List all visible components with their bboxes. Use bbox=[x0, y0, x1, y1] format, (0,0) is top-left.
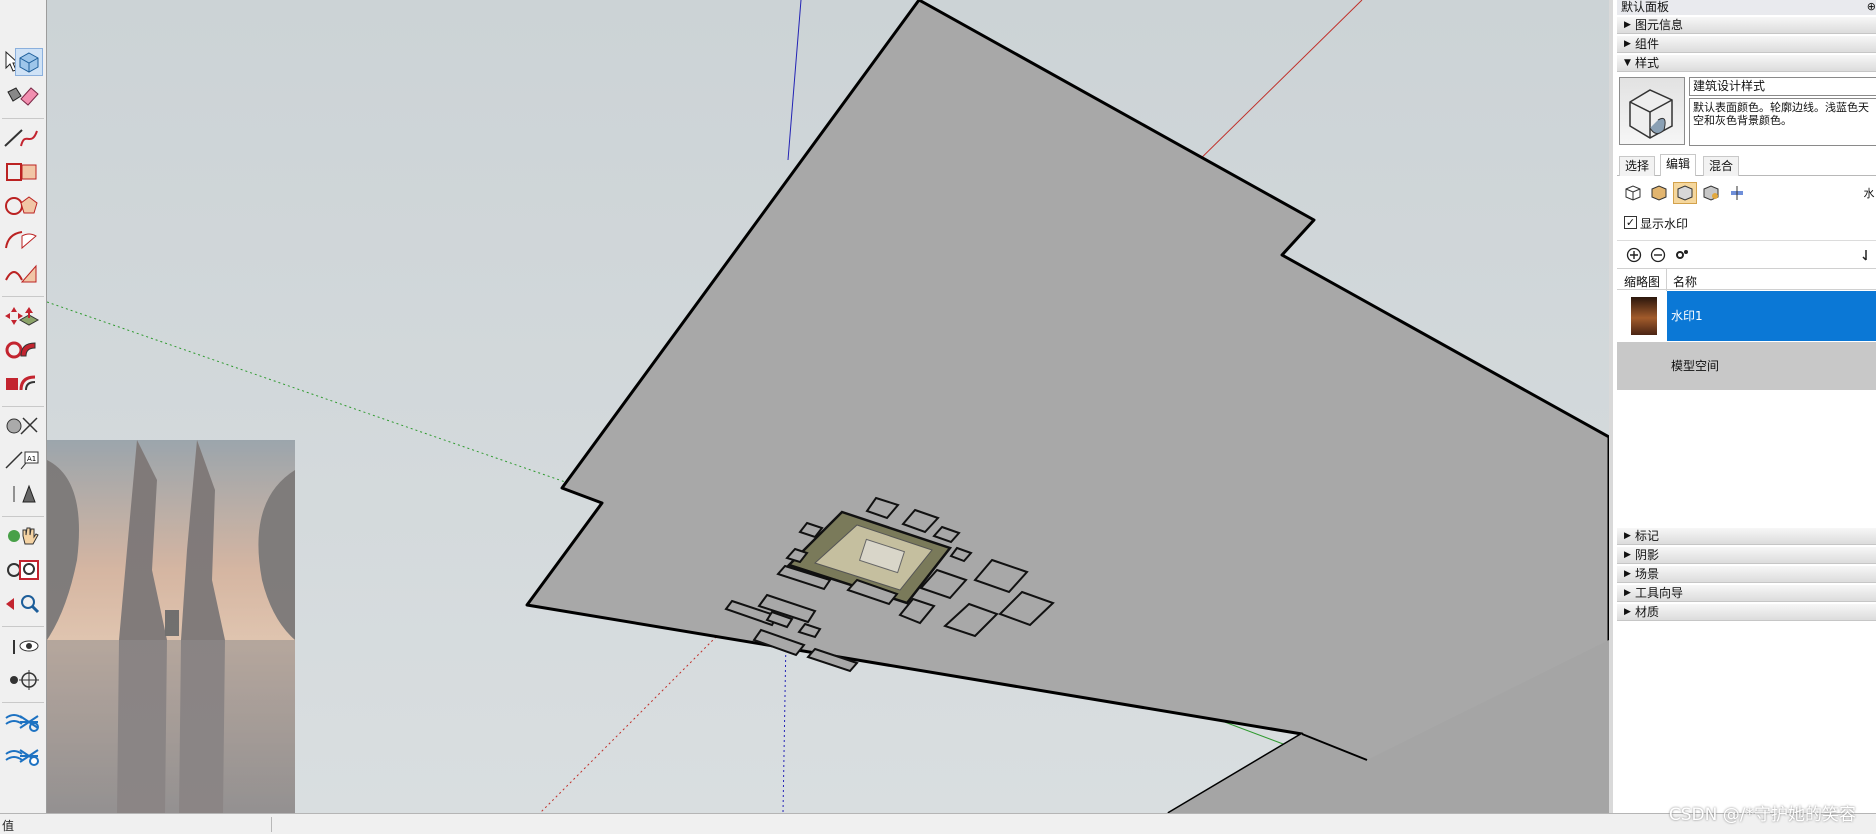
3d-text-icon[interactable] bbox=[15, 480, 43, 508]
modeling-settings-icon[interactable] bbox=[1725, 182, 1749, 204]
section-tags[interactable]: ▶ 标记 bbox=[1617, 528, 1876, 545]
collapsed-triangle-icon: ▶ bbox=[1624, 550, 1631, 560]
tab-edit[interactable]: 编辑 bbox=[1660, 154, 1697, 176]
svg-text:A1: A1 bbox=[27, 455, 36, 463]
collapsed-triangle-icon: ▶ bbox=[1624, 569, 1631, 579]
left-toolbar: A1 bbox=[0, 0, 47, 813]
zoom-extents-icon[interactable] bbox=[15, 590, 43, 618]
sandbox-from-scratch-icon[interactable] bbox=[15, 708, 43, 736]
face-settings-icon[interactable] bbox=[1647, 182, 1671, 204]
zoom-window-icon[interactable] bbox=[15, 556, 43, 584]
model-viewport[interactable] bbox=[47, 0, 1609, 813]
section-label: 图元信息 bbox=[1635, 18, 1684, 32]
style-summary: 建筑设计样式 默认表面颜色。轮廓边线。浅蓝色天空和灰色背景颜色。 bbox=[1617, 75, 1876, 149]
show-watermark-checkbox[interactable]: ✓ bbox=[1624, 216, 1637, 229]
push-pull-icon[interactable] bbox=[15, 302, 43, 330]
section-instructor[interactable]: ▶ 工具向导 bbox=[1617, 585, 1876, 602]
section-components[interactable]: ▶ 组件 bbox=[1617, 36, 1876, 53]
style-description-field[interactable]: 默认表面颜色。轮廓边线。浅蓝色天空和灰色背景颜色。 bbox=[1689, 98, 1876, 146]
watermark-list-header: 缩略图 名称 bbox=[1617, 268, 1876, 291]
add-watermark-icon[interactable] bbox=[1625, 246, 1643, 264]
three-point-arc-icon[interactable] bbox=[15, 260, 43, 288]
move-order-icon[interactable] bbox=[1857, 246, 1875, 264]
style-name-field[interactable]: 建筑设计样式 bbox=[1689, 77, 1876, 96]
section-scenes[interactable]: ▶ 场景 bbox=[1617, 566, 1876, 583]
collapsed-triangle-icon: ▶ bbox=[1624, 607, 1631, 617]
watermark-settings-icon[interactable] bbox=[1699, 182, 1723, 204]
blue-axis bbox=[787, 0, 802, 161]
watermark-actions bbox=[1617, 240, 1876, 266]
name-column-header[interactable]: 名称 bbox=[1673, 273, 1697, 290]
look-around-icon[interactable] bbox=[15, 632, 43, 660]
make-component-icon[interactable] bbox=[15, 48, 43, 76]
tray-title-text: 默认面板 bbox=[1621, 0, 1670, 14]
section-label: 材质 bbox=[1635, 605, 1660, 619]
section-shadows[interactable]: ▶ 阴影 bbox=[1617, 547, 1876, 564]
text-icon[interactable]: A1 bbox=[15, 446, 43, 474]
section-label: 场景 bbox=[1635, 567, 1660, 581]
remove-watermark-icon[interactable] bbox=[1649, 246, 1667, 264]
section-label: 阴影 bbox=[1635, 548, 1660, 562]
watermark-thumbnail bbox=[1631, 297, 1657, 335]
rotated-rectangle-icon[interactable] bbox=[15, 158, 43, 186]
tab-select[interactable]: 选择 bbox=[1619, 156, 1656, 176]
eraser-icon[interactable] bbox=[15, 82, 43, 110]
show-watermark-row: ✓ 显示水印 bbox=[1617, 212, 1876, 234]
sketchup-window: A1 默认面板 ⊕ ▶ 图元信息 ▶ 组件 ▼ 样式 建筑设计样式 默认表面颜色… bbox=[0, 0, 1876, 834]
status-text: 值 bbox=[2, 819, 15, 833]
watermark-image bbox=[47, 440, 295, 813]
edge-settings-icon[interactable] bbox=[1621, 182, 1645, 204]
edit-settings-icons: 水 bbox=[1617, 180, 1876, 208]
edit-watermark-settings-icon[interactable] bbox=[1673, 246, 1691, 264]
section-label: 样式 bbox=[1635, 56, 1660, 70]
collapsed-triangle-icon: ▶ bbox=[1624, 588, 1631, 598]
collapsed-triangle-icon: ▶ bbox=[1624, 39, 1631, 49]
section-label: 标记 bbox=[1635, 529, 1660, 543]
collapsed-triangle-icon: ▶ bbox=[1624, 531, 1631, 541]
pan-hand-icon[interactable] bbox=[15, 522, 43, 550]
section-label: 工具向导 bbox=[1635, 586, 1684, 600]
tray-title: 默认面板 ⊕ bbox=[1617, 0, 1876, 15]
collapsed-triangle-icon: ▶ bbox=[1624, 20, 1631, 30]
more-icon[interactable]: 水 bbox=[1857, 182, 1876, 204]
watermark-row-selected[interactable]: 水印1 bbox=[1617, 291, 1876, 341]
default-tray: 默认面板 ⊕ ▶ 图元信息 ▶ 组件 ▼ 样式 建筑设计样式 默认表面颜色。轮廓… bbox=[1609, 0, 1876, 813]
section-styles[interactable]: ▼ 样式 bbox=[1617, 55, 1876, 72]
pin-icon[interactable]: ⊕ bbox=[1867, 0, 1876, 14]
background-settings-icon[interactable] bbox=[1673, 182, 1697, 204]
offset-icon[interactable] bbox=[15, 370, 43, 398]
expanded-triangle-icon: ▼ bbox=[1624, 58, 1631, 68]
tab-mix[interactable]: 混合 bbox=[1703, 156, 1740, 176]
section-materials[interactable]: ▶ 材质 bbox=[1617, 604, 1876, 621]
status-bar: 值 bbox=[0, 813, 1876, 834]
watermark-name: 水印1 bbox=[1667, 291, 1876, 341]
terrain-plane bbox=[525, 0, 1609, 813]
section-plane-icon[interactable] bbox=[15, 666, 43, 694]
style-thumbnail[interactable] bbox=[1619, 77, 1685, 145]
pie-icon[interactable] bbox=[15, 226, 43, 254]
stamp-icon[interactable] bbox=[15, 742, 43, 770]
section-label: 组件 bbox=[1635, 37, 1660, 51]
show-watermark-label: 显示水印 bbox=[1640, 217, 1689, 231]
section-entity-info[interactable]: ▶ 图元信息 bbox=[1617, 17, 1876, 34]
credit-watermark-text: CSDN @/*守护她的笑容 bbox=[1668, 805, 1856, 825]
dimension-icon[interactable] bbox=[15, 412, 43, 440]
freehand-icon[interactable] bbox=[15, 124, 43, 152]
follow-me-icon[interactable] bbox=[15, 336, 43, 364]
polygon-icon[interactable] bbox=[15, 192, 43, 220]
model-space-row[interactable]: 模型空间 bbox=[1617, 342, 1876, 390]
style-tabs: 选择 编辑 混合 bbox=[1617, 154, 1876, 176]
thumbnail-column-header[interactable]: 缩略图 bbox=[1624, 273, 1660, 290]
status-divider bbox=[271, 817, 272, 832]
